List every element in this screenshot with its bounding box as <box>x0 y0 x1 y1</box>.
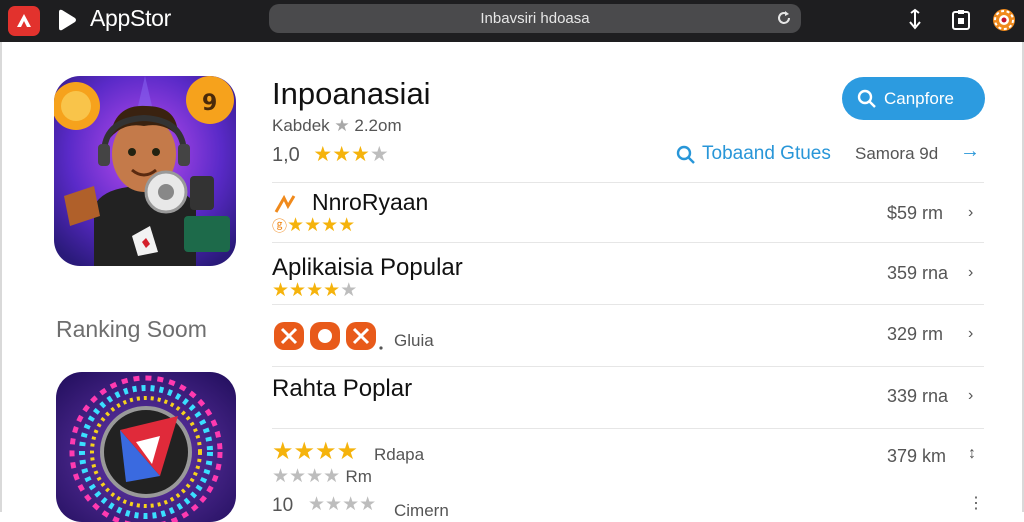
url-text: Inbavsiri hdoasa <box>480 10 590 27</box>
row-stars: ★★★★ <box>272 437 358 466</box>
footer-stars: ★★★★ <box>308 493 376 516</box>
chevron-right-icon[interactable]: › <box>968 325 973 343</box>
app-meta: Kabdek ★ 2.2om <box>272 116 402 136</box>
app-title: Inpoanasiai <box>272 76 431 111</box>
row-title: NnroRyaan <box>312 189 429 215</box>
star-icon: ★ <box>321 215 339 236</box>
star-icon: ★ <box>313 143 333 166</box>
row-sub-stars: ★★★★ Rm <box>272 465 372 488</box>
logo-icon <box>274 194 296 213</box>
star-icon: ★ <box>287 215 305 236</box>
row-size: 329 rm <box>887 324 944 344</box>
star-icon: ★ <box>306 280 324 301</box>
chevron-right-icon[interactable]: › <box>968 387 973 405</box>
reload-icon[interactable] <box>775 9 793 27</box>
svg-text:9: 9 <box>202 91 217 116</box>
app-size: 2.2om <box>354 116 402 135</box>
row-sub-text: Rm <box>345 467 372 486</box>
row-stars: ★★★★★ <box>272 279 357 302</box>
star-icon: ★ <box>289 280 307 301</box>
list-item[interactable]: Aplikaisia Popular ★★★★★ 359 rna › <box>272 242 984 304</box>
play-icon[interactable] <box>56 8 78 32</box>
row-stars: ⓖ★★★★ <box>272 214 355 237</box>
row-size: 339 rna <box>887 386 949 406</box>
star-icon: ★ <box>338 215 356 236</box>
row-title: Rdapa <box>374 445 425 464</box>
star-icon: ★ <box>272 438 294 465</box>
rating-stars: ★★★★ <box>313 143 388 166</box>
app-icon-image[interactable]: 9 <box>54 76 236 266</box>
download-icon[interactable] <box>905 8 925 32</box>
app-icon-image-2[interactable] <box>56 372 236 522</box>
list-item[interactable]: ★★★★ Rdapa ★★★★ Rm 10 ★★★★ Cimern 379 km… <box>272 428 984 520</box>
star-icon: ★ <box>323 280 341 301</box>
store-brand: AppStor <box>90 5 172 31</box>
row-size: 379 km <box>887 446 947 466</box>
app-badges-icon <box>274 322 383 350</box>
developer-name: Kabdek <box>272 116 330 135</box>
compare-button[interactable]: Canpfore <box>842 77 985 120</box>
browser-toolbar: AppStor Inbavsiri hdoasa <box>0 0 1024 42</box>
footer-value: 10 <box>272 495 294 516</box>
rating-line: 1,0 ★★★★ <box>272 142 389 167</box>
star-icon: ★ <box>332 143 352 166</box>
star-icon: ★ <box>336 438 359 465</box>
clipboard-icon[interactable] <box>951 8 971 32</box>
star-icon: ★ <box>293 438 316 465</box>
list-item[interactable]: NnroRyaan ⓖ★★★★ $59 rm › <box>272 182 984 242</box>
badge-icon: ⓖ <box>272 218 288 235</box>
chevron-right-icon[interactable]: › <box>968 264 973 282</box>
star-icon: ★ <box>289 466 307 487</box>
list-item[interactable]: Gluia 329 rm › <box>272 304 984 366</box>
rating-value: 1,0 <box>272 144 300 166</box>
sort-label[interactable]: Samora 9d <box>855 144 938 164</box>
address-bar[interactable]: Inbavsiri hdoasa <box>269 4 801 33</box>
meta-star-icon: ★ <box>334 116 355 135</box>
chevron-right-icon[interactable]: › <box>968 204 973 222</box>
search-icon <box>857 89 876 108</box>
sort-icon[interactable]: ↕ <box>968 445 976 463</box>
star-icon: ★ <box>351 143 370 166</box>
row-size: 359 rna <box>887 263 949 283</box>
row-size: $59 rm <box>887 203 944 223</box>
star-icon: ★ <box>306 466 324 487</box>
list-item[interactable]: Rahta Poplar 339 rna › <box>272 366 984 428</box>
star-icon: ★ <box>272 280 290 301</box>
search-icon <box>676 145 695 164</box>
footer-text: Cimern <box>394 501 449 520</box>
filter-link-label: Tobaand Gtues <box>702 143 831 164</box>
star-icon: ★ <box>340 280 358 301</box>
settings-gear-icon[interactable] <box>990 6 1018 34</box>
row-title: Gluia <box>394 331 434 350</box>
star-icon: ★ <box>323 466 341 487</box>
star-icon: ★ <box>272 466 290 487</box>
compare-button-label: Canpfore <box>884 89 954 108</box>
row-title: Rahta Poplar <box>272 375 413 402</box>
ranking-section-label: Ranking Soom <box>56 316 207 342</box>
more-icon[interactable]: ⋮ <box>968 493 984 513</box>
star-icon: ★ <box>369 143 389 166</box>
star-icon: ★ <box>315 438 337 465</box>
star-icon: ★ <box>304 215 322 236</box>
app-logo-icon[interactable] <box>8 6 40 36</box>
row-title: Aplikaisia Popular <box>272 254 463 281</box>
arrow-right-icon[interactable]: → <box>960 140 980 163</box>
